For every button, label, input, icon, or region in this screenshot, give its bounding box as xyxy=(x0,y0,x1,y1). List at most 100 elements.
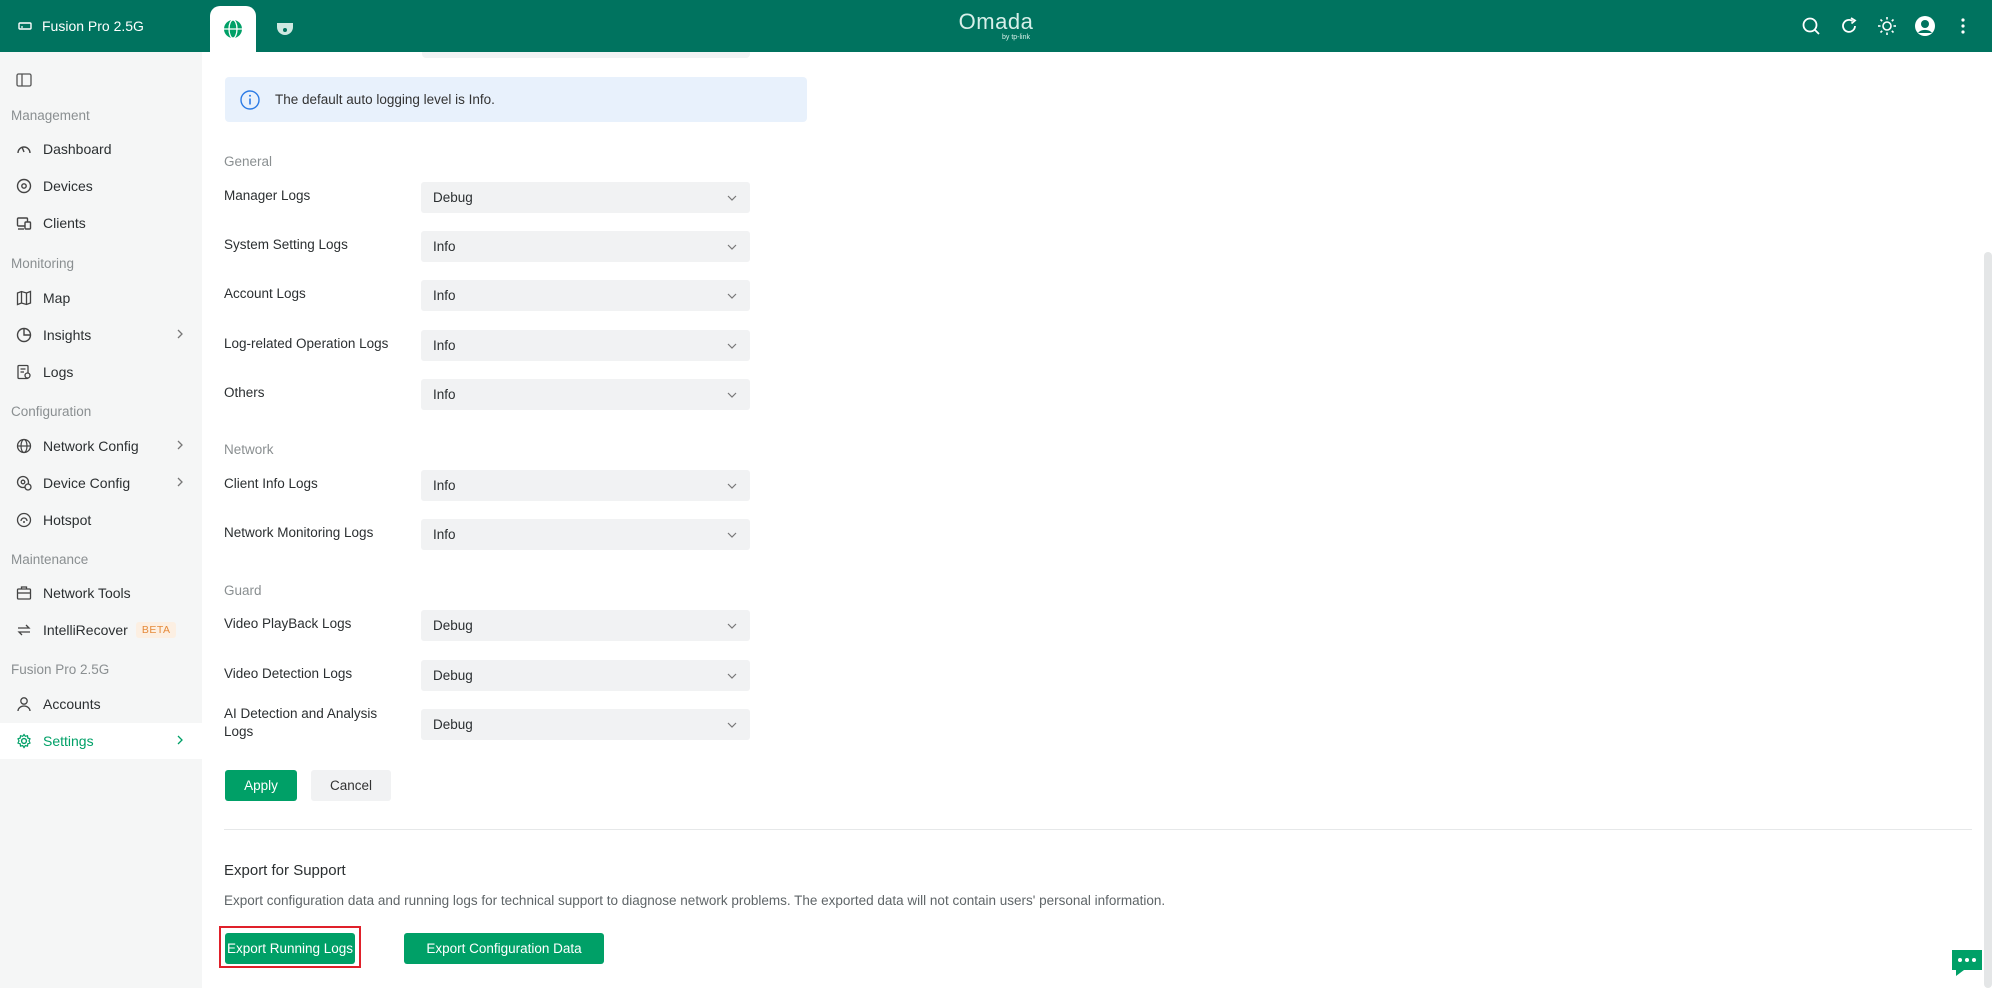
sidebar-item-devices[interactable]: Devices xyxy=(0,168,202,204)
chat-support-icon[interactable] xyxy=(1950,948,1984,978)
info-icon xyxy=(239,89,261,111)
system-setting-logs-label: System Setting Logs xyxy=(224,237,348,252)
apply-button[interactable]: Apply xyxy=(225,770,297,801)
chevron-down-icon xyxy=(727,483,737,489)
sidebar-item-label: Map xyxy=(43,290,71,306)
device-selector[interactable]: Fusion Pro 2.5G xyxy=(18,0,144,52)
toolbox-icon xyxy=(15,584,33,602)
sidebar-item-map[interactable]: Map xyxy=(0,280,202,316)
ai-detection-logs-label: AI Detection and Analysis Logs xyxy=(224,706,378,739)
device-name: Fusion Pro 2.5G xyxy=(42,18,144,34)
export-configuration-data-button[interactable]: Export Configuration Data xyxy=(404,933,604,964)
sidebar-item-device-config[interactable]: Device Config xyxy=(0,465,202,501)
section-device: Fusion Pro 2.5G xyxy=(11,662,110,677)
sidebar-item-logs[interactable]: Logs xyxy=(0,354,202,390)
select-value: Info xyxy=(433,288,456,303)
sidebar-item-label: Accounts xyxy=(43,696,101,712)
sidebar-item-label: Devices xyxy=(43,178,93,194)
beta-badge: BETA xyxy=(135,622,177,638)
chevron-down-icon xyxy=(727,532,737,538)
chevron-down-icon xyxy=(727,343,737,349)
account-logs-label: Account Logs xyxy=(224,286,306,301)
info-text: The default auto logging level is Info. xyxy=(275,92,495,107)
search-icon[interactable] xyxy=(1800,15,1822,37)
chevron-right-icon xyxy=(177,477,183,487)
chevron-down-icon xyxy=(727,293,737,299)
cancel-button[interactable]: Cancel xyxy=(311,770,391,801)
user-icon xyxy=(15,695,33,713)
theme-sun-icon[interactable] xyxy=(1876,15,1898,37)
account-logs-select[interactable]: Info xyxy=(421,280,750,311)
group-network: Network xyxy=(224,442,274,457)
sidebar-item-label: Settings xyxy=(43,733,94,749)
section-configuration: Configuration xyxy=(11,404,92,419)
select-value: Debug xyxy=(433,618,473,633)
video-playback-logs-select[interactable]: Debug xyxy=(421,610,750,641)
gear-icon xyxy=(15,732,33,750)
system-setting-logs-select[interactable]: Info xyxy=(421,231,750,262)
group-general: General xyxy=(224,154,273,169)
export-section-title: Export for Support xyxy=(224,862,346,879)
ai-detection-logs-select[interactable]: Debug xyxy=(421,709,750,740)
sidebar-item-intellirecover[interactable]: IntelliRecover BETA xyxy=(0,612,202,648)
others-label: Others xyxy=(224,385,265,400)
avatar-icon[interactable] xyxy=(1914,15,1936,37)
export-running-logs-button[interactable]: Export Running Logs xyxy=(225,933,355,964)
log-related-operation-logs-select[interactable]: Info xyxy=(421,330,750,361)
select-value: Info xyxy=(433,338,456,353)
clients-icon xyxy=(15,214,33,232)
globe-icon xyxy=(15,437,33,455)
select-value: Info xyxy=(433,527,456,542)
sidebar-item-accounts[interactable]: Accounts xyxy=(0,686,202,722)
section-management: Management xyxy=(11,108,90,123)
chevron-right-icon xyxy=(177,329,183,339)
globe-icon xyxy=(224,19,242,39)
sidebar-item-label: Network Config xyxy=(43,438,139,454)
sidebar-item-network-tools[interactable]: Network Tools xyxy=(0,575,202,611)
sidebar-item-label: Device Config xyxy=(43,475,131,491)
devices-icon xyxy=(15,177,33,195)
section-monitoring: Monitoring xyxy=(11,256,75,271)
select-value: Info xyxy=(433,478,456,493)
chevron-down-icon xyxy=(727,722,737,728)
sidebar-item-clients[interactable]: Clients xyxy=(0,205,202,241)
client-info-logs-select[interactable]: Info xyxy=(421,470,750,501)
sidebar-item-hotspot[interactable]: Hotspot xyxy=(0,502,202,538)
sidebar-item-dashboard[interactable]: Dashboard xyxy=(0,131,202,167)
swap-arrows-icon xyxy=(15,621,33,639)
manager-logs-select[interactable]: Debug xyxy=(421,182,750,213)
info-banner: The default auto logging level is Info. xyxy=(225,77,807,122)
sidebar-item-label: Insights xyxy=(43,327,92,343)
tab-surveillance[interactable] xyxy=(262,6,308,52)
more-vertical-icon[interactable] xyxy=(1952,15,1974,37)
sidebar-item-settings[interactable]: Settings xyxy=(0,723,202,759)
select-value: Debug xyxy=(433,717,473,732)
sidebar-item-label: Network Tools xyxy=(43,585,131,601)
tab-network[interactable] xyxy=(210,6,256,52)
logs-icon xyxy=(15,363,33,381)
chevron-down-icon xyxy=(727,392,737,398)
hotspot-icon xyxy=(15,511,33,529)
sidebar-item-label: Clients xyxy=(43,215,86,231)
sidebar-item-network-config[interactable]: Network Config xyxy=(0,428,202,464)
select-value: Debug xyxy=(433,190,473,205)
sidebar-item-label: IntelliRecover xyxy=(43,622,128,638)
manager-logs-label: Manager Logs xyxy=(224,188,311,203)
network-monitoring-logs-label: Network Monitoring Logs xyxy=(224,525,374,540)
insights-icon xyxy=(15,326,33,344)
chevron-down-icon xyxy=(727,244,737,250)
chevron-right-icon xyxy=(177,735,183,745)
section-maintenance: Maintenance xyxy=(11,552,89,567)
camera-icon xyxy=(277,23,293,35)
sidebar-collapse-icon[interactable] xyxy=(16,72,32,88)
network-monitoring-logs-select[interactable]: Info xyxy=(421,519,750,550)
sidebar-item-insights[interactable]: Insights xyxy=(0,317,202,353)
others-select[interactable]: Info xyxy=(421,379,750,410)
refresh-icon[interactable] xyxy=(1838,15,1860,37)
scrollbar[interactable] xyxy=(1984,252,1992,988)
video-detection-logs-select[interactable]: Debug xyxy=(421,660,750,691)
group-guard: Guard xyxy=(224,583,262,598)
client-info-logs-label: Client Info Logs xyxy=(224,476,318,491)
sidebar-item-label: Dashboard xyxy=(43,141,112,157)
video-playback-logs-label: Video PlayBack Logs xyxy=(224,616,352,631)
